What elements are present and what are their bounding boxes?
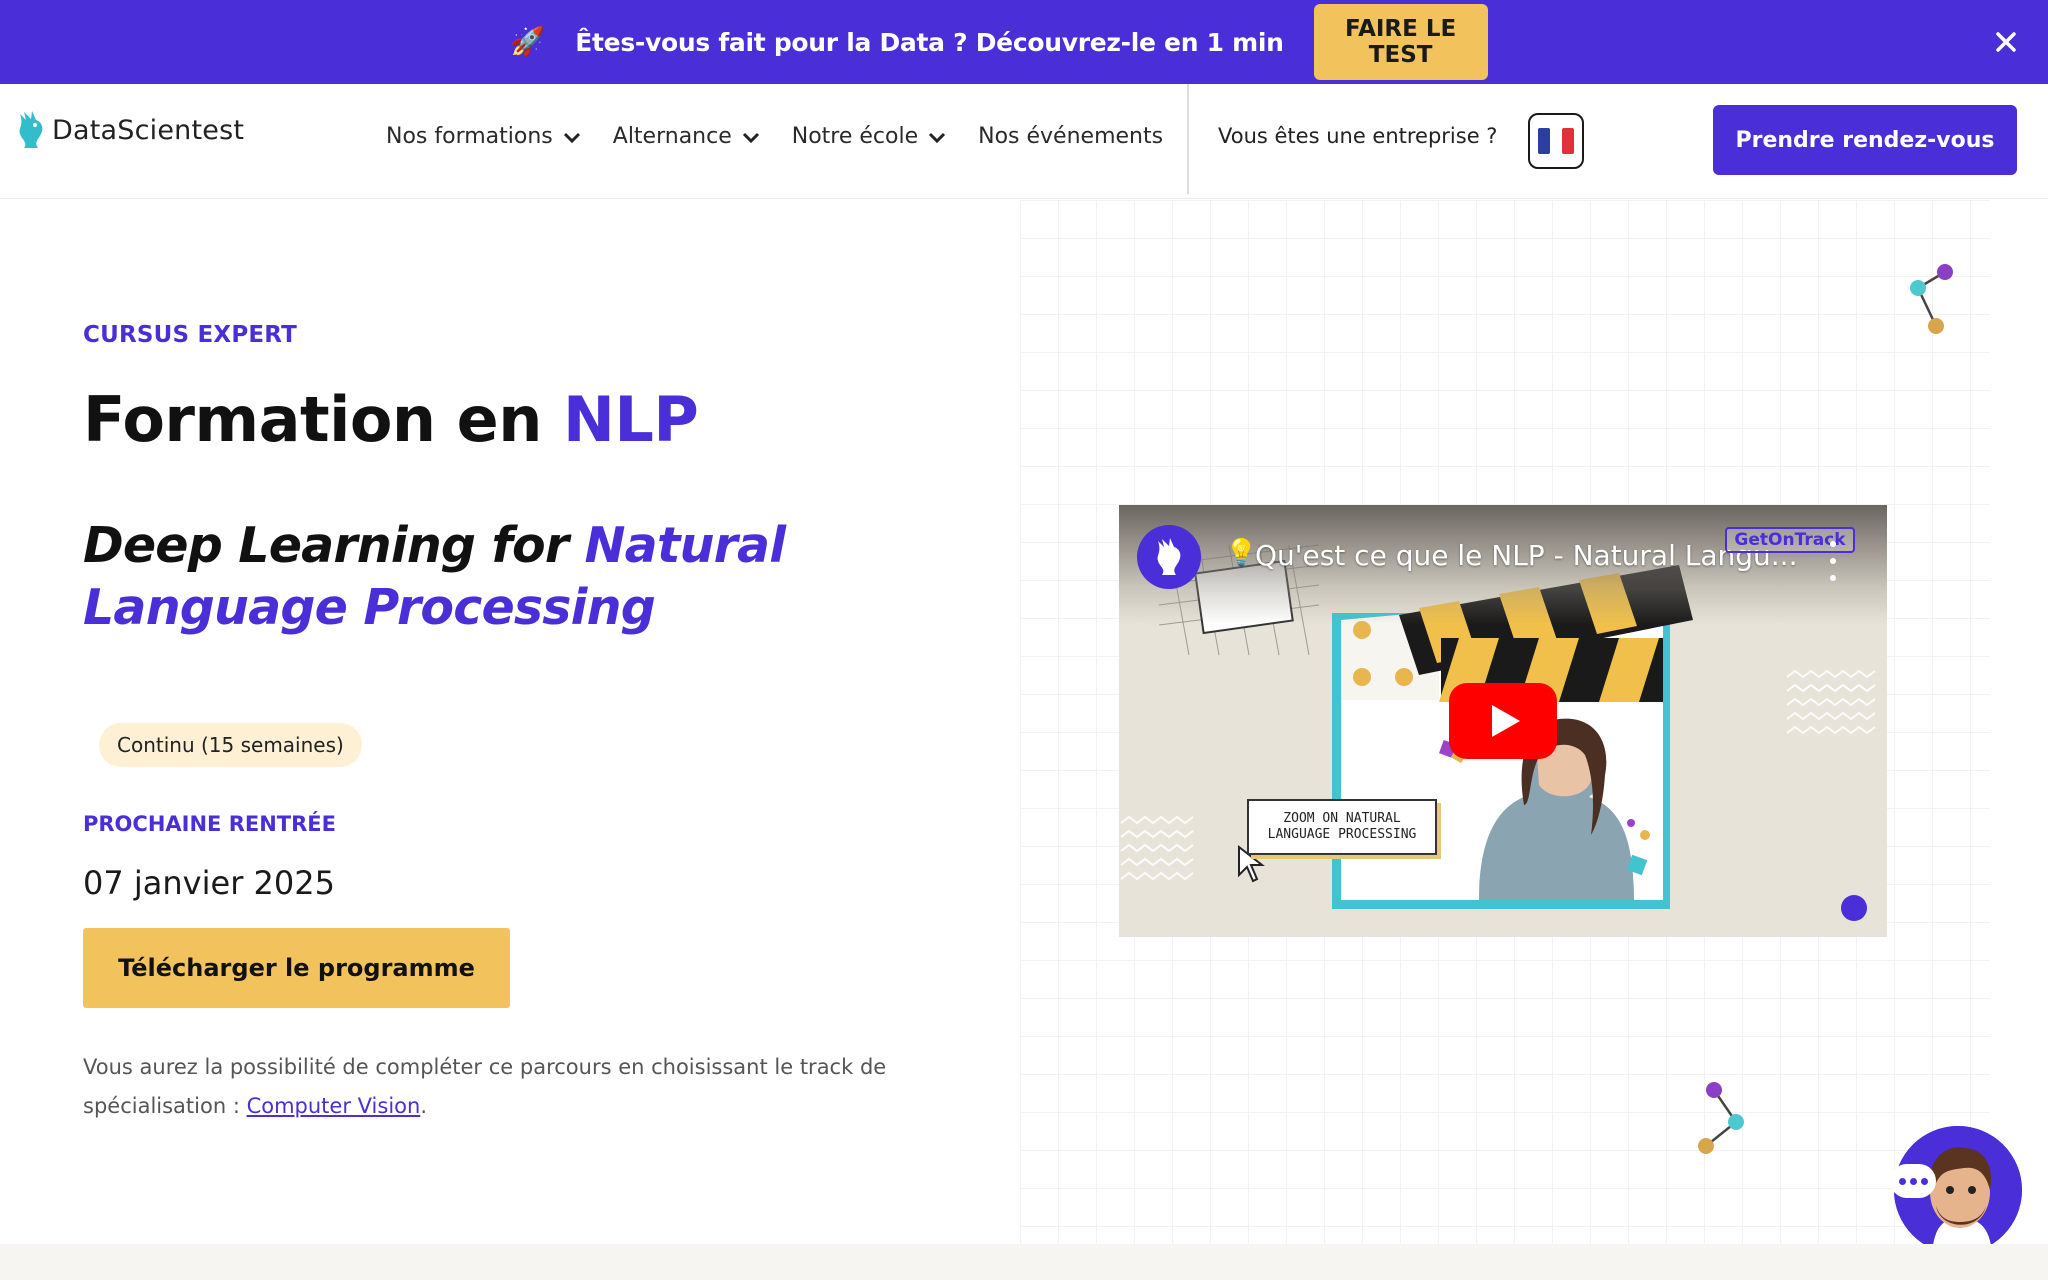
take-test-button[interactable]: FAIRE LE TEST bbox=[1313, 4, 1488, 80]
molecule-icon bbox=[1698, 1082, 1744, 1154]
promo-banner-content: 🚀 Êtes-vous fait pour la Data ? Découvre… bbox=[510, 4, 1488, 80]
note-text: Vous aurez la possibilité de compléter c… bbox=[83, 1055, 887, 1118]
promo-banner: 🚀 Êtes-vous fait pour la Data ? Découvre… bbox=[0, 0, 2048, 84]
logo-icon bbox=[1157, 538, 1181, 575]
nav-item-alternance[interactable]: Alternance bbox=[613, 124, 760, 149]
chat-bubble-icon[interactable] bbox=[1890, 1164, 1936, 1198]
next-start-date: 07 janvier 2025 bbox=[83, 864, 335, 902]
download-program-button[interactable]: Télécharger le programme bbox=[83, 928, 510, 1008]
play-button[interactable] bbox=[1449, 683, 1557, 759]
site-header: DataScientest Nos formations Alternance … bbox=[0, 84, 2048, 199]
nav-divider bbox=[1187, 84, 1189, 194]
channel-watermark-icon bbox=[1841, 895, 1867, 921]
page-title: Formation en NLP bbox=[83, 383, 699, 456]
computer-vision-link[interactable]: Computer Vision bbox=[247, 1094, 421, 1118]
video-title[interactable]: Qu'est ce que le NLP - Natural Langu... bbox=[1255, 539, 1798, 572]
video-player[interactable]: 💡 Qu'est ce que le NLP - Natural Langu..… bbox=[1119, 505, 1887, 937]
nav-item-label: Nos formations bbox=[386, 124, 553, 149]
title-prefix: Formation en bbox=[83, 383, 563, 456]
duration-badge: Continu (15 semaines) bbox=[99, 723, 362, 767]
title-accent: NLP bbox=[562, 383, 699, 456]
caption-line-1: ZOOM ON NATURAL bbox=[1283, 811, 1401, 826]
note-end: . bbox=[420, 1094, 428, 1118]
channel-avatar[interactable] bbox=[1137, 525, 1201, 589]
nav-item-label: Nos événements bbox=[978, 124, 1164, 149]
chevron-down-icon bbox=[929, 132, 946, 143]
molecule-icon bbox=[1910, 264, 1953, 334]
page-subtitle: Deep Learning for Natural Language Proce… bbox=[83, 515, 963, 639]
site-logo[interactable]: DataScientest bbox=[14, 110, 244, 150]
chevron-down-icon bbox=[563, 132, 580, 143]
specialization-note: Vous aurez la possibilité de compléter c… bbox=[83, 1048, 943, 1126]
nav-item-evenements[interactable]: Nos événements bbox=[978, 124, 1163, 149]
caption-line-2: LANGUAGE PROCESSING bbox=[1267, 827, 1417, 842]
next-start-label: PROCHAINE RENTRÉE bbox=[83, 812, 336, 836]
promo-banner-text: Êtes-vous fait pour la Data ? Découvrez-… bbox=[575, 27, 1284, 57]
lightbulb-icon: 💡 bbox=[1225, 537, 1258, 567]
nav-item-formations[interactable]: Nos formations bbox=[386, 124, 581, 149]
main-nav: Nos formations Alternance Notre école No… bbox=[386, 124, 1195, 149]
next-section-edge bbox=[0, 1244, 2048, 1280]
chevron-down-icon bbox=[742, 132, 759, 143]
course-level-label: CURSUS EXPERT bbox=[83, 322, 298, 348]
close-banner-button[interactable] bbox=[1986, 22, 2026, 62]
logo-icon bbox=[19, 111, 43, 148]
book-appointment-button[interactable]: Prendre rendez-vous bbox=[1713, 105, 2017, 175]
video-caption-card: ZOOM ON NATURAL LANGUAGE PROCESSING bbox=[1247, 799, 1437, 855]
nav-item-label: Notre école bbox=[791, 124, 919, 149]
fr-flag-icon bbox=[1538, 128, 1574, 154]
close-icon bbox=[1996, 32, 2016, 52]
video-more-menu[interactable] bbox=[1823, 541, 1843, 581]
subtitle-prefix: Deep Learning for bbox=[83, 517, 585, 574]
nav-item-ecole[interactable]: Notre école bbox=[792, 124, 946, 149]
enterprise-link[interactable]: Vous êtes une entreprise ? bbox=[1218, 124, 1497, 148]
logo-text: DataScientest bbox=[52, 114, 245, 146]
nav-item-label: Alternance bbox=[612, 124, 732, 149]
language-selector[interactable] bbox=[1528, 113, 1584, 169]
rocket-icon: 🚀 bbox=[510, 26, 546, 57]
